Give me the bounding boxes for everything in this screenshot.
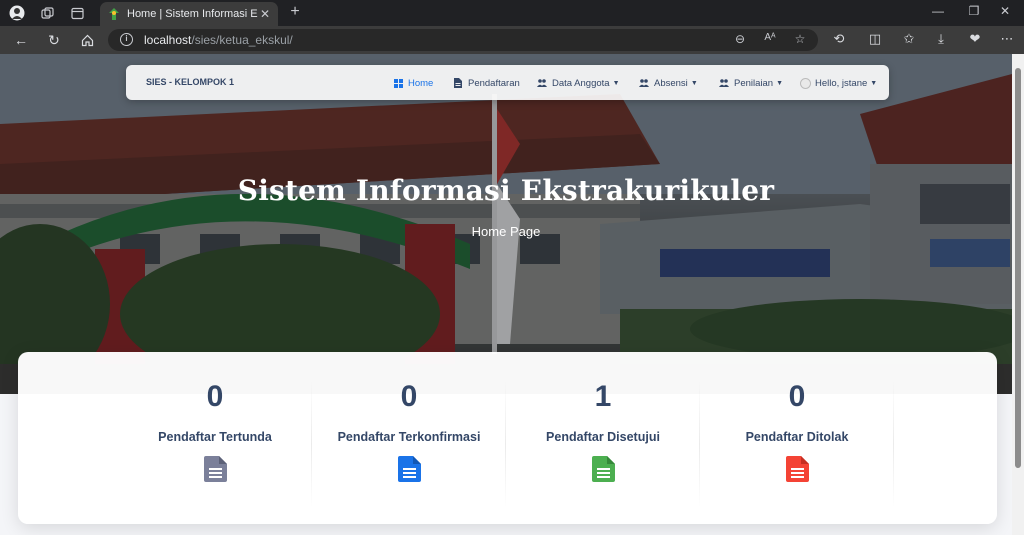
stat-value: 0 [400, 380, 418, 413]
stat-value: 0 [206, 380, 224, 413]
stat-rejected: 0 Pendaftar Ditolak [700, 372, 894, 510]
page-subtitle: Home Page [471, 224, 541, 239]
zoom-icon[interactable]: ⊖ [732, 32, 748, 46]
favorites-icon[interactable]: ✩ [900, 31, 918, 47]
dashboard-icon [393, 78, 403, 88]
hero-banner: Sistem Informasi Ekstrakurikuler Home Pa… [0, 54, 1012, 394]
stat-label: Pendaftar Terkonfirmasi [337, 430, 481, 444]
stats-card: 0 Pendaftar Tertunda 0 Pendaftar Terkonf… [18, 352, 997, 524]
stat-pending: 0 Pendaftar Tertunda [118, 372, 312, 510]
nav-item-penilaian[interactable]: Penilaian ▼ [719, 76, 783, 90]
restore-icon[interactable]: ❐ [964, 4, 984, 18]
window-close-icon[interactable]: ✕ [995, 4, 1015, 18]
read-aloud-icon[interactable]: Aᴬ [762, 32, 778, 43]
stat-label: Pendaftar Ditolak [745, 430, 849, 444]
tab-actions-icon[interactable] [68, 4, 86, 22]
profile-avatar-icon[interactable] [8, 4, 26, 22]
stat-label: Pendaftar Tertunda [158, 430, 272, 444]
minimize-icon[interactable]: — [928, 4, 948, 18]
document-icon [453, 78, 463, 88]
favorite-star-icon[interactable]: ☆ [792, 32, 808, 46]
site-favicon-icon [109, 8, 119, 20]
site-info-icon[interactable]: i [120, 33, 133, 46]
workspaces-icon[interactable] [38, 4, 56, 22]
avatar [800, 77, 811, 89]
tab-strip: Home | Sistem Informasi Ekstrakur ✕ + — … [0, 0, 1024, 26]
downloads-icon[interactable]: ⤓ [932, 31, 950, 47]
nav-item-label: Home [408, 77, 434, 89]
nav-item-pendaftaran[interactable]: Pendaftaran [453, 76, 520, 90]
document-icon [398, 456, 421, 482]
new-tab-button[interactable]: + [286, 3, 304, 21]
tab-title: Home | Sistem Informasi Ekstrakur [127, 8, 258, 20]
scrollbar-thumb[interactable] [1015, 68, 1021, 468]
url-text[interactable]: localhost/sies/ketua_ekskul/ [144, 33, 293, 47]
document-icon [786, 456, 809, 482]
divider [893, 380, 894, 508]
chevron-down-icon: ▼ [776, 79, 784, 87]
page-viewport: Sistem Informasi Ekstrakurikuler Home Pa… [0, 54, 1012, 535]
tab-home[interactable]: Home | Sistem Informasi Ekstrakur ✕ [100, 2, 278, 26]
stat-approved: 1 Pendaftar Disetujui [506, 372, 700, 510]
top-navbar: SIES - KELOMPOK 1 Home Pendaftaran Data … [126, 65, 889, 100]
nav-item-home[interactable]: Home [393, 76, 433, 90]
chevron-down-icon: ▼ [690, 79, 698, 87]
page-title: Sistem Informasi Ekstrakurikuler [237, 174, 775, 207]
menu-icon[interactable]: ⋯ [998, 31, 1016, 47]
users-icon [639, 78, 649, 88]
nav-item-user-menu[interactable]: Hello, jstane ▼ [800, 76, 877, 90]
home-icon[interactable] [78, 31, 96, 49]
nav-item-label: Pendaftaran [468, 77, 520, 89]
browser-toolbar: ← ↻ i localhost/sies/ketua_ekskul/ ⊖ Aᴬ … [0, 26, 1024, 54]
stat-label: Pendaftar Disetujui [546, 430, 660, 444]
page-scrollbar[interactable] [1012, 54, 1024, 535]
address-bar[interactable]: i localhost/sies/ketua_ekskul/ ⊖ Aᴬ ☆ [108, 29, 818, 51]
chevron-down-icon: ▼ [870, 79, 878, 87]
users-icon [719, 78, 729, 88]
nav-item-label: Hello, jstane [815, 77, 868, 89]
nav-item-label: Absensi [654, 77, 688, 89]
copilot-icon[interactable]: ❤ [966, 31, 984, 47]
nav-item-data-anggota[interactable]: Data Anggota ▼ [537, 76, 620, 90]
refresh-icon[interactable]: ↻ [45, 31, 63, 49]
nav-item-absensi[interactable]: Absensi ▼ [639, 76, 698, 90]
tab-close-icon[interactable]: ✕ [258, 7, 272, 21]
document-icon [204, 456, 227, 482]
extensions-icon[interactable]: ⟲ [830, 31, 848, 47]
split-screen-icon[interactable]: ◫ [866, 31, 884, 47]
stat-value: 0 [788, 380, 806, 413]
document-icon [592, 456, 615, 482]
chevron-down-icon: ▼ [612, 79, 620, 87]
back-icon[interactable]: ← [12, 31, 30, 49]
nav-item-label: Data Anggota [552, 77, 610, 89]
brand-label[interactable]: SIES - KELOMPOK 1 [146, 77, 234, 87]
stat-value: 1 [594, 380, 612, 413]
users-icon [537, 78, 547, 88]
stat-confirmed: 0 Pendaftar Terkonfirmasi [312, 372, 506, 510]
nav-item-label: Penilaian [734, 77, 774, 89]
browser-window: Home | Sistem Informasi Ekstrakur ✕ + — … [0, 0, 1024, 535]
